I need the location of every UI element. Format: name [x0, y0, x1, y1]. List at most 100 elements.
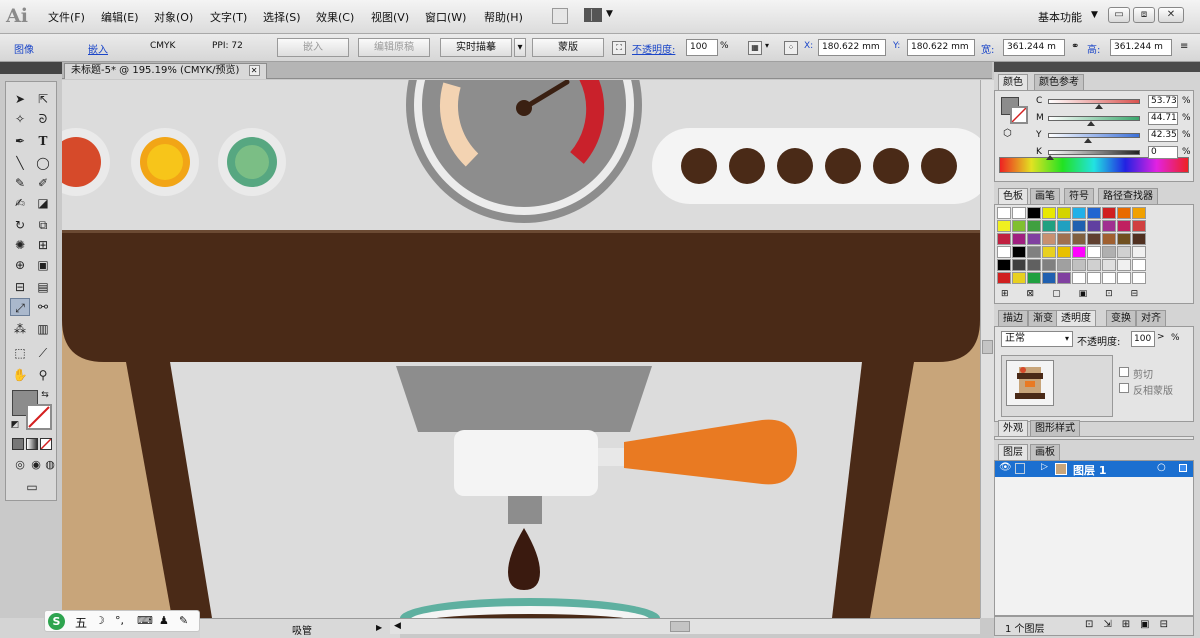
swatch[interactable]: [1132, 207, 1146, 219]
swap-colors-icon[interactable]: ⇆: [38, 386, 52, 404]
color-channel-slider-y[interactable]: [1048, 133, 1140, 138]
swatch[interactable]: [997, 259, 1011, 271]
swatch[interactable]: [1102, 207, 1116, 219]
color-spectrum-bar[interactable]: [999, 157, 1189, 173]
swatch-grid[interactable]: [997, 207, 1193, 287]
color-channel-thumb-k[interactable]: [1046, 155, 1054, 160]
swatch[interactable]: [1027, 246, 1041, 258]
close-button[interactable]: ✕: [1158, 7, 1184, 23]
tab-align[interactable]: 对齐: [1136, 310, 1166, 326]
perspective-grid-tool-icon[interactable]: ⊟: [10, 278, 30, 296]
gradient-mode-icon[interactable]: [26, 438, 38, 450]
warp-tool-icon[interactable]: ✺: [10, 236, 30, 254]
tab-gradient[interactable]: 渐变: [1028, 310, 1058, 326]
toolbox-header[interactable]: [0, 62, 62, 74]
tab-symbols[interactable]: 符号: [1064, 188, 1094, 204]
embed-link[interactable]: 嵌入: [88, 41, 108, 56]
image-label[interactable]: 图像: [14, 41, 34, 56]
eraser-tool-icon[interactable]: ◪: [33, 194, 53, 212]
ime-settings-icon[interactable]: ✎: [179, 614, 188, 627]
swatch[interactable]: [1132, 220, 1146, 232]
swatch[interactable]: [1102, 220, 1116, 232]
free-transform-tool-icon[interactable]: ⊞: [33, 236, 53, 254]
isolate-dropdown-icon[interactable]: ▾: [765, 41, 769, 50]
arrange-documents-icon[interactable]: [584, 8, 602, 22]
swatch[interactable]: [1132, 246, 1146, 258]
ime-keyboard-icon[interactable]: ⌨: [137, 614, 153, 627]
opacity-input[interactable]: 100: [686, 39, 718, 56]
layers-footer-icons[interactable]: ⊡⇲⊞▣⊟: [1085, 619, 1178, 630]
y-label[interactable]: Y:: [893, 41, 900, 51]
ime-punctuation-icon[interactable]: °,: [115, 614, 124, 627]
swatch[interactable]: [1087, 207, 1101, 219]
color-channel-value-y[interactable]: 42.35: [1148, 129, 1178, 142]
swatch[interactable]: [1042, 233, 1056, 245]
selection-tool-icon[interactable]: ➤: [10, 90, 30, 108]
transparency-opacity-arrow-icon[interactable]: >: [1157, 332, 1165, 342]
swatch[interactable]: [997, 272, 1011, 284]
ime-halfwidth-icon[interactable]: ☽: [95, 614, 105, 627]
swatch[interactable]: [1132, 259, 1146, 271]
menu-help[interactable]: 帮助(H): [484, 9, 523, 25]
color-channel-thumb-c[interactable]: [1094, 104, 1103, 109]
menu-type[interactable]: 文字(T): [210, 9, 247, 25]
canvas-vertical-scrollbar[interactable]: [980, 80, 994, 618]
width-input[interactable]: 361.244 m: [1003, 39, 1065, 56]
minimize-button[interactable]: ▭: [1108, 7, 1130, 23]
pencil-tool-icon[interactable]: ✐: [33, 174, 53, 192]
menu-select[interactable]: 选择(S): [263, 9, 301, 25]
swatch[interactable]: [997, 220, 1011, 232]
menu-window[interactable]: 窗口(W): [425, 9, 466, 25]
swatch[interactable]: [1072, 220, 1086, 232]
stroke-color-swatch[interactable]: [26, 404, 52, 430]
swatch[interactable]: [1102, 233, 1116, 245]
color-channel-thumb-y[interactable]: [1083, 138, 1092, 143]
transparency-opacity-input[interactable]: 100: [1131, 331, 1155, 347]
swatch[interactable]: [1132, 272, 1146, 284]
workspace-dropdown-icon[interactable]: ▼: [1091, 10, 1098, 20]
swatch[interactable]: [1012, 246, 1026, 258]
swatch[interactable]: [1042, 259, 1056, 271]
tab-stroke[interactable]: 描边: [998, 310, 1028, 326]
swatch[interactable]: [997, 207, 1011, 219]
direct-selection-tool-icon[interactable]: ⇱: [33, 90, 53, 108]
layer-lock-toggle[interactable]: [1015, 463, 1025, 474]
isolate-icon[interactable]: ▦: [748, 41, 762, 55]
zoom-tool-icon[interactable]: ⚲: [33, 366, 53, 384]
height-input[interactable]: 361.244 m: [1110, 39, 1172, 56]
tab-swatches[interactable]: 色板: [998, 188, 1028, 204]
tab-transparency[interactable]: 透明度: [1056, 310, 1096, 326]
draw-inside-icon[interactable]: ◍: [40, 456, 60, 474]
tab-color[interactable]: 颜色: [998, 74, 1028, 90]
scale-tool-icon[interactable]: ⧉: [33, 216, 53, 234]
swatch[interactable]: [1117, 207, 1131, 219]
blob-brush-tool-icon[interactable]: ✍: [10, 194, 30, 212]
more-options-icon[interactable]: ≡: [1180, 41, 1188, 52]
edit-original-button[interactable]: 编辑原稿: [358, 38, 430, 57]
magic-wand-tool-icon[interactable]: ✧: [10, 110, 30, 128]
swatch[interactable]: [1012, 233, 1026, 245]
line-tool-icon[interactable]: ╲: [10, 154, 30, 172]
tab-graphic-styles[interactable]: 图形样式: [1030, 420, 1080, 436]
swatch[interactable]: [1012, 272, 1026, 284]
reference-point-icon[interactable]: ⁘: [784, 41, 798, 55]
rotate-tool-icon[interactable]: ↻: [10, 216, 30, 234]
horizontal-scroll-thumb[interactable]: [670, 621, 690, 632]
swatch[interactable]: [1012, 220, 1026, 232]
slice-tool-icon[interactable]: ⟋: [33, 344, 53, 362]
color-mode-icon[interactable]: [12, 438, 24, 450]
paintbrush-tool-icon[interactable]: ✎: [10, 174, 30, 192]
embed-button[interactable]: 嵌入: [277, 38, 349, 57]
color-channel-value-k[interactable]: 0: [1148, 146, 1178, 159]
swatch[interactable]: [1072, 272, 1086, 284]
mask-button[interactable]: 蒙版: [532, 38, 604, 57]
lasso-tool-icon[interactable]: ᘐ: [33, 110, 53, 128]
live-trace-button[interactable]: 实时描摹: [440, 38, 512, 57]
live-paint-tool-icon[interactable]: ▣: [33, 256, 53, 274]
swatch[interactable]: [1027, 272, 1041, 284]
restore-button[interactable]: ⧈: [1133, 7, 1155, 23]
layer-name[interactable]: 图层 1: [1073, 462, 1106, 478]
swatch[interactable]: [1087, 272, 1101, 284]
swatch[interactable]: [1027, 220, 1041, 232]
screen-mode-icon[interactable]: ▭: [22, 478, 42, 496]
